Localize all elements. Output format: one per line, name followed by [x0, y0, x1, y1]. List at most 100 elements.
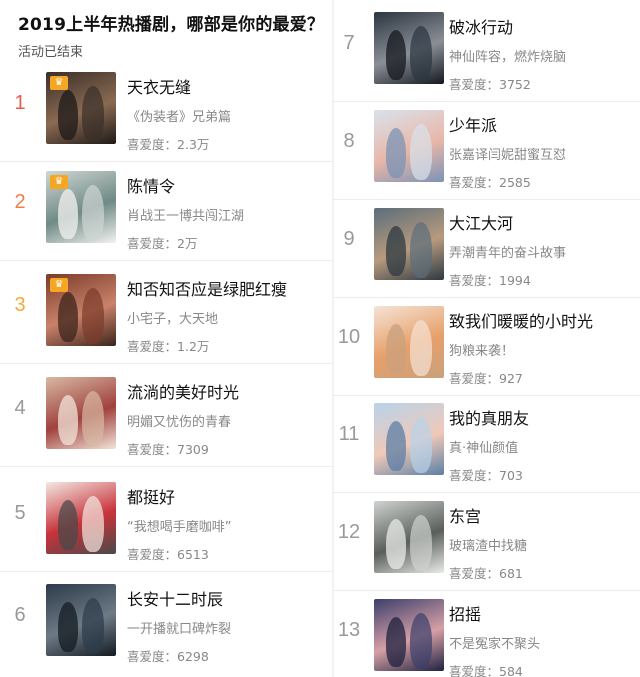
drama-title[interactable]: 破冰行动 [449, 14, 566, 38]
popularity-label: 喜爱度： [449, 175, 500, 190]
drama-list-item[interactable]: 11 我的真朋友 真·神仙颜值 喜爱度：703 [332, 395, 640, 493]
poster-figure [410, 26, 432, 82]
drama-info: 知否知否应是绿肥红瘦小宅子，大天地 喜爱度：1.2万 [127, 276, 287, 355]
popularity-label: 喜爱度： [449, 664, 500, 677]
poster-figure [386, 324, 406, 374]
popularity-row: 喜爱度：2万 [127, 233, 244, 252]
popularity-value: 1.2万 [177, 339, 210, 354]
popularity-label: 喜爱度： [449, 566, 500, 581]
poster-thumbnail[interactable] [374, 110, 444, 182]
rank-number: 6 [14, 604, 26, 626]
drama-title[interactable]: 天衣无缝 [127, 74, 231, 98]
popularity-label: 喜爱度： [127, 547, 178, 562]
poster-figure [58, 602, 78, 652]
poster-figure [58, 395, 78, 445]
poster-figure [410, 417, 432, 473]
drama-list-item[interactable]: 5 都挺好 “我想喝手磨咖啡” 喜爱度：6513 [0, 474, 332, 572]
page-title: 2019上半年热播剧，哪部是你的最爱？ [18, 15, 325, 35]
drama-title[interactable]: 大江大河 [449, 210, 566, 234]
drama-description: 张嘉译闫妮甜蜜互怼 [449, 148, 567, 163]
popularity-row: 喜爱度：927 [449, 368, 593, 387]
drama-info: 我的真朋友真·神仙颜值喜爱度：703 [449, 405, 529, 484]
drama-info: 招摇不是冤家不聚头 喜爱度：584 [449, 601, 540, 677]
drama-title[interactable]: 致我们暖暖的小时光 [449, 308, 593, 332]
drama-info: 都挺好 “我想喝手磨咖啡” 喜爱度：6513 [127, 484, 231, 563]
poster-figure [82, 391, 104, 447]
drama-title[interactable]: 都挺好 [127, 484, 231, 508]
drama-info: 天衣无缝 《伪装者》兄弟篇 喜爱度：2.3万 [127, 74, 231, 153]
popularity-label: 喜爱度： [449, 77, 500, 92]
drama-description: 不是冤家不聚头 [449, 637, 541, 652]
poster-figure [410, 320, 432, 376]
popularity-label: 喜爱度： [127, 649, 178, 664]
drama-title[interactable]: 少年派 [449, 112, 566, 136]
drama-title[interactable]: 长安十二时辰 [127, 586, 231, 610]
drama-list-item[interactable]: 8 少年派 张嘉译闫妮甜蜜互怼 喜爱度：2585 [332, 102, 640, 200]
poster-figure [82, 86, 104, 142]
crown-icon: ♛ [50, 175, 68, 189]
popularity-value: 2万 [177, 236, 198, 251]
drama-description: 神仙阵容，燃炸烧脑 [449, 50, 567, 65]
drama-title[interactable]: 我的真朋友 [449, 405, 529, 429]
popularity-value: 681 [499, 566, 523, 581]
popularity-label: 喜爱度： [127, 137, 178, 152]
drama-list-item[interactable]: 9 大江大河 弄潮青年的奋斗故事 喜爱度：1994 [332, 200, 640, 298]
poster-thumbnail[interactable] [374, 12, 444, 84]
popularity-value: 584 [499, 664, 523, 677]
drama-title[interactable]: 招摇 [449, 601, 540, 625]
poster-figure [58, 90, 78, 140]
popularity-label: 喜爱度： [127, 339, 178, 354]
poster-thumbnail[interactable]: ♛ [46, 72, 116, 144]
drama-title[interactable]: 东宫 [449, 503, 527, 527]
drama-info: 流淌的美好时光 明媚又忧伤的青春 喜爱度：7309 [127, 379, 239, 458]
poster-thumbnail[interactable] [46, 377, 116, 449]
poster-thumbnail[interactable] [374, 306, 444, 378]
drama-list-item[interactable]: 3 ♛ 知否知否应是绿肥红瘦 小宅子，大天地 喜爱度：1.2万 [0, 266, 332, 364]
drama-description: 《伪装者》兄弟篇 [127, 110, 232, 125]
drama-title[interactable]: 陈情令 [127, 173, 244, 197]
drama-info: 长安十二时辰 一开播就口碑炸裂 喜爱度：6298 [127, 586, 231, 665]
drama-list-item[interactable]: 13 招摇 不是冤家不聚头 喜爱度：584 [332, 591, 640, 677]
rank-number: 10 [337, 326, 361, 348]
drama-title[interactable]: 流淌的美好时光 [127, 379, 239, 403]
drama-list-item[interactable]: 12 东宫 玻璃渣中找糖 喜爱度：681 [332, 493, 640, 591]
poster-figure [82, 185, 104, 241]
poster-thumbnail[interactable] [374, 599, 444, 671]
popularity-label: 喜爱度： [449, 371, 500, 386]
drama-description: “我想喝手磨咖啡” [127, 520, 232, 535]
poster-thumbnail[interactable]: ♛ [46, 171, 116, 243]
popularity-row: 喜爱度：6298 [127, 646, 231, 665]
popularity-value: 7309 [177, 442, 209, 457]
activity-status: 活动已结束 [18, 45, 84, 60]
drama-title[interactable]: 知否知否应是绿肥红瘦 [127, 276, 287, 300]
poster-thumbnail[interactable] [46, 482, 116, 554]
drama-list-item[interactable]: 6 长安十二时辰 一开播就口碑炸裂 喜爱度：6298 [0, 576, 332, 674]
poster-figure [386, 421, 406, 471]
poster-thumbnail[interactable] [374, 403, 444, 475]
drama-list-item[interactable]: 7 破冰行动 神仙阵容，燃炸烧脑 喜爱度：3752 [332, 4, 640, 102]
popularity-value: 927 [499, 371, 523, 386]
drama-description: 真·神仙颜值 [449, 441, 519, 456]
drama-list-item[interactable]: 2 ♛ 陈情令 肖战王一博共闯江湖 喜爱度：2万 [0, 163, 332, 261]
popularity-row: 喜爱度：681 [449, 563, 527, 582]
popularity-value: 3752 [499, 77, 531, 92]
drama-description: 狗粮来袭！ [449, 344, 515, 359]
poster-figure [386, 519, 406, 569]
poster-figure [410, 613, 432, 669]
drama-list-item[interactable]: 10 致我们暖暖的小时光狗粮来袭！ 喜爱度：927 [332, 298, 640, 396]
poster-thumbnail[interactable] [46, 584, 116, 656]
page-header: 2019上半年热播剧，哪部是你的最爱？ 活动已结束 [18, 10, 324, 60]
popularity-value: 6298 [177, 649, 209, 664]
drama-description: 小宅子，大天地 [127, 312, 219, 327]
drama-list-item[interactable]: 4 流淌的美好时光 明媚又忧伤的青春 喜爱度：7309 [0, 369, 332, 467]
poster-thumbnail[interactable] [374, 208, 444, 280]
popularity-row: 喜爱度：703 [449, 465, 529, 484]
popularity-row: 喜爱度：2585 [449, 172, 566, 191]
popularity-row: 喜爱度：7309 [127, 439, 239, 458]
poster-figure [82, 288, 104, 344]
drama-description: 玻璃渣中找糖 [449, 539, 528, 554]
poster-thumbnail[interactable]: ♛ [46, 274, 116, 346]
poster-thumbnail[interactable] [374, 501, 444, 573]
drama-list-item[interactable]: 1 ♛ 天衣无缝 《伪装者》兄弟篇 喜爱度：2.3万 [0, 64, 332, 162]
popularity-row: 喜爱度：3752 [449, 74, 566, 93]
